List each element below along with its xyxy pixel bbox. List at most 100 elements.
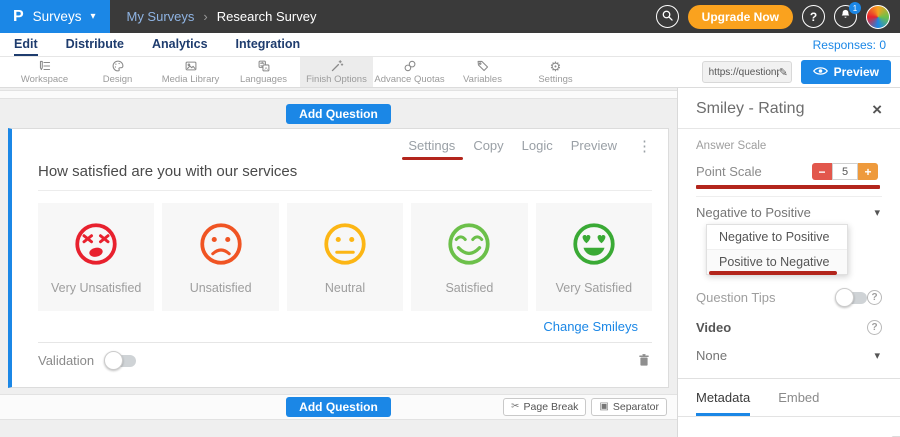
point-scale-increase-button[interactable]: + bbox=[858, 163, 878, 180]
separator-box-icon: ▣ bbox=[599, 402, 608, 412]
app-root: P Surveys ▾ My Surveys › Research Survey… bbox=[0, 0, 900, 437]
question-tab-logic[interactable]: Logic bbox=[522, 138, 553, 155]
question-card: Settings Copy Logic Preview ⋮ How satisf… bbox=[8, 128, 669, 388]
add-question-strip: Add Question ✂ Page Break ▣ Separator bbox=[0, 394, 677, 420]
toolbar-item-variables[interactable]: Variables bbox=[446, 57, 519, 87]
nav-tab-integration[interactable]: Integration bbox=[236, 33, 301, 56]
nav-tab-analytics[interactable]: Analytics bbox=[152, 33, 208, 56]
question-tips-label: Question Tips bbox=[696, 290, 837, 305]
smiley-neutral-icon bbox=[321, 220, 369, 273]
report-label-input[interactable] bbox=[696, 432, 877, 437]
toolbar-item-media-library[interactable]: Media Library bbox=[154, 57, 227, 87]
question-tab-settings[interactable]: Settings bbox=[408, 138, 455, 155]
toolbar-item-design[interactable]: Design bbox=[81, 57, 154, 87]
video-row: Video ? bbox=[696, 320, 882, 335]
close-panel-icon[interactable]: × bbox=[872, 101, 882, 118]
video-selected-value: None bbox=[696, 348, 727, 363]
question-tips-row: Question Tips ? bbox=[696, 290, 882, 305]
smiley-option-unsatisfied[interactable]: Unsatisfied bbox=[162, 203, 278, 311]
palette-icon bbox=[111, 59, 125, 73]
questionpro-logo-icon: P bbox=[13, 8, 24, 26]
translate-icon: A bbox=[257, 59, 271, 73]
notification-badge: 1 bbox=[849, 2, 861, 14]
nav-tab-edit[interactable]: Edit bbox=[14, 33, 38, 56]
tag-icon bbox=[476, 59, 490, 73]
upgrade-now-button[interactable]: Upgrade Now bbox=[688, 5, 793, 29]
image-icon bbox=[184, 59, 198, 73]
caret-down-icon: ▾ bbox=[874, 349, 880, 362]
smiley-option-very-satisfied[interactable]: Very Satisfied bbox=[536, 203, 652, 311]
separator-button[interactable]: ▣ Separator bbox=[591, 398, 667, 416]
chain-links-icon bbox=[403, 59, 417, 73]
add-question-button-top[interactable]: Add Question bbox=[286, 104, 391, 124]
user-avatar[interactable] bbox=[866, 5, 890, 29]
question-settings-panel: Smiley - Rating × Answer Scale Point Sca… bbox=[677, 88, 900, 437]
product-switcher[interactable]: P Surveys ▾ bbox=[0, 0, 110, 33]
validation-toggle[interactable] bbox=[106, 355, 136, 367]
change-smileys-link[interactable]: Change Smileys bbox=[543, 319, 638, 334]
toolbar-item-finish-options[interactable]: Finish Options bbox=[300, 57, 373, 87]
question-more-menu-icon[interactable]: ⋮ bbox=[637, 137, 652, 155]
dropdown-option-positive-to-negative[interactable]: Positive to Negative bbox=[707, 249, 847, 274]
delete-question-button[interactable] bbox=[636, 352, 652, 369]
breadcrumb: My Surveys › Research Survey bbox=[126, 9, 316, 24]
header-actions: Upgrade Now ? 1 bbox=[656, 5, 900, 29]
point-scale-decrease-button[interactable]: − bbox=[812, 163, 832, 180]
smiley-option-neutral[interactable]: Neutral bbox=[287, 203, 403, 311]
caret-down-icon: ▾ bbox=[90, 12, 95, 22]
breadcrumb-my-surveys[interactable]: My Surveys bbox=[126, 9, 194, 24]
chevron-separator-icon: › bbox=[203, 9, 207, 24]
breadcrumb-current: Research Survey bbox=[217, 9, 317, 24]
toolbar-item-workspace[interactable]: Workspace bbox=[8, 57, 81, 87]
add-question-button-bottom[interactable]: Add Question bbox=[286, 397, 391, 417]
survey-editor-column: Add Question Settings Copy Logic Preview… bbox=[0, 88, 677, 437]
survey-nav: Edit Distribute Analytics Integration Re… bbox=[0, 33, 900, 57]
nav-tab-distribute[interactable]: Distribute bbox=[66, 33, 124, 56]
smiley-option-very-unsatisfied[interactable]: Very Unsatisfied bbox=[38, 203, 154, 311]
question-card-tabs: Settings Copy Logic Preview ⋮ bbox=[38, 137, 652, 155]
video-select[interactable]: None ▾ bbox=[696, 348, 882, 363]
top-header: P Surveys ▾ My Surveys › Research Survey… bbox=[0, 0, 900, 33]
smiley-option-satisfied[interactable]: Satisfied bbox=[411, 203, 527, 311]
scale-direction-selected: Negative to Positive bbox=[696, 205, 811, 220]
video-help-icon[interactable]: ? bbox=[867, 320, 882, 335]
smiley-very-satisfied-icon bbox=[570, 220, 618, 273]
point-scale-row: Point Scale − 5 + bbox=[696, 163, 882, 189]
toolbar-item-languages[interactable]: A Languages bbox=[227, 57, 300, 87]
validation-label: Validation bbox=[38, 353, 94, 368]
gear-icon: ⚙ bbox=[550, 59, 562, 73]
notifications-button[interactable]: 1 bbox=[834, 5, 857, 28]
panel-tab-embed[interactable]: Embed bbox=[778, 390, 819, 416]
survey-url-input[interactable] bbox=[709, 67, 779, 78]
question-mark-icon: ? bbox=[810, 10, 817, 24]
dropdown-option-negative-to-positive[interactable]: Negative to Positive bbox=[707, 225, 847, 249]
answer-scale-label: Answer Scale bbox=[696, 140, 882, 152]
question-tips-help-icon[interactable]: ? bbox=[867, 290, 882, 305]
edit-url-pencil-icon[interactable]: ✎ bbox=[779, 66, 788, 79]
point-scale-label: Point Scale bbox=[696, 164, 762, 179]
scissors-icon: ✂ bbox=[511, 402, 519, 412]
question-tips-toggle[interactable] bbox=[837, 292, 867, 304]
video-label: Video bbox=[696, 320, 731, 335]
search-button[interactable] bbox=[656, 5, 679, 28]
collapsed-block-strip bbox=[0, 90, 677, 99]
responses-count[interactable]: Responses: 0 bbox=[813, 33, 886, 56]
surveys-menu-label: Surveys bbox=[33, 9, 82, 24]
survey-url-box: ✎ bbox=[702, 61, 792, 83]
workspace-icon bbox=[38, 59, 52, 73]
toolbar-item-advance-quotas[interactable]: Advance Quotas bbox=[373, 57, 446, 87]
eye-icon bbox=[813, 65, 828, 79]
scale-direction-select[interactable]: Negative to Positive ▾ bbox=[696, 196, 882, 220]
point-scale-value: 5 bbox=[832, 163, 858, 180]
validation-row: Validation bbox=[38, 342, 652, 369]
page-break-button[interactable]: ✂ Page Break bbox=[503, 398, 586, 416]
question-title[interactable]: How satisfied are you with our services bbox=[38, 163, 652, 180]
strip-actions: ✂ Page Break ▣ Separator bbox=[503, 398, 667, 416]
preview-button[interactable]: Preview bbox=[801, 60, 891, 84]
help-button[interactable]: ? bbox=[802, 5, 825, 28]
question-tab-preview[interactable]: Preview bbox=[571, 138, 617, 155]
panel-tab-metadata[interactable]: Metadata bbox=[696, 390, 750, 416]
smiley-very-unsatisfied-icon bbox=[72, 220, 120, 273]
question-tab-copy[interactable]: Copy bbox=[473, 138, 503, 155]
toolbar-item-settings[interactable]: ⚙ Settings bbox=[519, 57, 592, 87]
